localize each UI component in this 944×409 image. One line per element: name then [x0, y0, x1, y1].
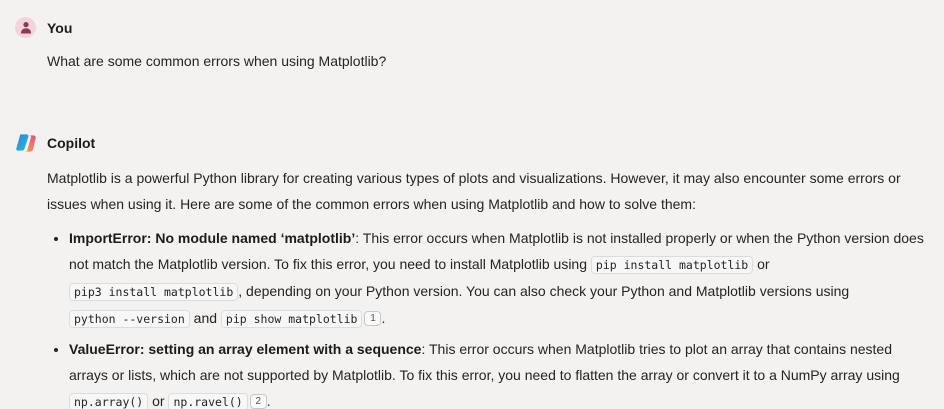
- reply-intro: Matplotlib is a powerful Python library …: [47, 170, 901, 212]
- code-snippet: np.array(): [69, 393, 149, 409]
- copilot-message-body: Matplotlib is a powerful Python library …: [47, 165, 927, 409]
- code-snippet: np.ravel(): [168, 393, 248, 409]
- code-snippet: pip3 install matplotlib: [69, 283, 239, 301]
- copilot-message-header: Copilot: [15, 132, 95, 153]
- user-sender-name: You: [47, 19, 73, 36]
- list-item: ImportError: No module named ‘matplotlib…: [69, 225, 927, 332]
- user-avatar-icon: [15, 17, 36, 38]
- code-snippet: pip install matplotlib: [590, 256, 754, 274]
- error-title: ValueError: setting an array element wit…: [69, 341, 422, 357]
- list-item: ValueError: setting an array element wit…: [69, 336, 927, 409]
- code-snippet: python --version: [69, 310, 190, 328]
- code-snippet: pip show matplotlib: [220, 310, 363, 328]
- user-message-header: You: [15, 17, 72, 38]
- citation-link[interactable]: 2: [249, 394, 267, 409]
- chat-transcript: You What are some common errors when usi…: [0, 0, 944, 409]
- copilot-logo-icon: [15, 132, 36, 153]
- user-message-text: What are some common errors when using M…: [47, 53, 387, 69]
- error-title: ImportError: No module named ‘matplotlib…: [69, 230, 356, 246]
- copilot-sender-name: Copilot: [47, 134, 96, 151]
- error-list: ImportError: No module named ‘matplotlib…: [47, 225, 927, 409]
- citation-link[interactable]: 1: [364, 311, 382, 326]
